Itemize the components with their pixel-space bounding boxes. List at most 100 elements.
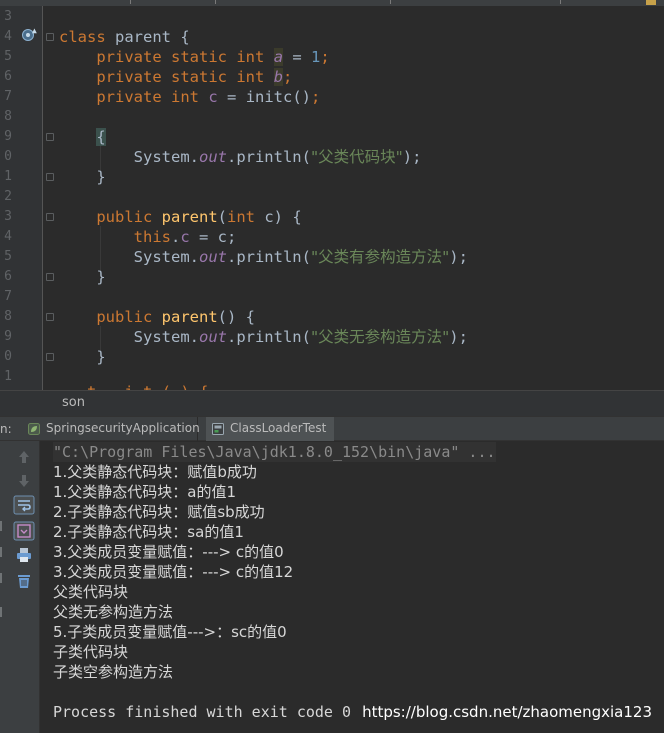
println-call: .println(	[226, 148, 311, 166]
line-number: 0	[4, 149, 12, 164]
close-brace: }	[96, 268, 106, 286]
tab-label: ClassLoaderTest	[230, 421, 327, 435]
string-literal: "父类无参构造方法"	[310, 328, 450, 346]
out-field: out	[198, 148, 227, 166]
tab-divider	[130, 0, 131, 4]
keyword-int: int	[236, 68, 265, 86]
line-number: 9	[4, 329, 12, 344]
fold-marker[interactable]	[46, 213, 54, 221]
field-a: a	[273, 48, 284, 66]
open-brace: {	[96, 128, 106, 146]
keyword-private: private	[96, 88, 162, 106]
code-line: System.out.println("父类代码块");	[59, 147, 422, 167]
keyword-public: public	[96, 308, 153, 326]
close-brace: }	[96, 168, 106, 186]
out-field: out	[198, 248, 227, 266]
console-line: 3.父类成员变量赋值：---> c的值0	[53, 543, 284, 561]
console-output[interactable]: "C:\Program Files\Java\jdk1.8.0_152\bin\…	[40, 441, 664, 733]
console-line: 子类空参构造方法	[53, 663, 174, 681]
edge-marker	[0, 573, 8, 583]
code-line: }	[59, 167, 106, 187]
console-line: 2.子类静态代码块：sa的值1	[53, 523, 244, 541]
fold-marker[interactable]	[46, 33, 54, 41]
line-number: 9	[4, 129, 12, 144]
run-panel-label: n:	[0, 422, 12, 436]
semicolon: ;	[283, 68, 293, 86]
tab-classloader-test[interactable]: ClassLoaderTest	[206, 417, 334, 441]
console-line: 1.父类静态代码块：赋值b成功	[53, 463, 257, 481]
console-line: 父类无参构造方法	[53, 603, 174, 621]
console-line: 5.子类成员变量赋值--->：sc的值0	[53, 623, 287, 641]
keyword-private: private	[96, 68, 162, 86]
line-number: 3	[4, 9, 12, 24]
spring-leaf-icon	[28, 423, 40, 435]
number-literal: 1	[311, 48, 321, 66]
assign-operator: =	[217, 88, 246, 106]
call-close: );	[449, 328, 468, 346]
tab-divider	[390, 0, 391, 4]
console-line: 1.父类静态代码块：a的值1	[53, 483, 237, 501]
out-field: out	[198, 328, 227, 346]
dot: .	[170, 228, 181, 246]
code-line: this.c = c;	[59, 227, 237, 247]
code-line: }	[59, 347, 106, 367]
arrow-down-icon[interactable]	[13, 471, 35, 491]
code-line: }	[59, 267, 106, 287]
class-name: parent	[115, 28, 172, 46]
breadcrumb: son	[0, 390, 664, 416]
breadcrumb-item[interactable]: son	[62, 395, 85, 410]
line-number: 6	[4, 269, 12, 284]
line-number: 8	[4, 109, 12, 124]
println-call: .println(	[226, 328, 311, 346]
run-tab-bar: n: SpringsecurityApplication ClassLoader…	[0, 416, 664, 441]
keyword-int: int	[236, 48, 265, 66]
keyword-static: static	[171, 48, 227, 66]
string-literal: "父类代码块"	[310, 148, 403, 166]
line-number: 7	[4, 89, 12, 104]
trash-icon[interactable]	[13, 571, 35, 591]
fold-marker[interactable]	[46, 273, 54, 281]
soft-wrap-icon[interactable]	[13, 495, 35, 515]
line-number: 7	[4, 289, 12, 304]
console-line: 2.子类静态代码块：赋值sb成功	[53, 503, 265, 521]
line-number: 2	[4, 189, 12, 204]
semicolon: ;	[320, 48, 330, 66]
line-number: 8	[4, 309, 12, 324]
watermark-url: https://blog.csdn.net/zhaomengxia123	[362, 703, 652, 721]
line-number: 1	[4, 369, 12, 384]
param-c: c) {	[255, 208, 302, 226]
empty-params: () {	[217, 308, 255, 326]
fold-marker[interactable]	[46, 313, 54, 321]
line-number: 6	[4, 69, 12, 84]
run-config-icon	[212, 423, 224, 435]
code-editor[interactable]: 3 4 5 6 7 8 9 0 1 2 3 4 5 6 7 8 9 0 1 ▲ …	[0, 6, 664, 390]
system-class: System.	[133, 248, 199, 266]
line-number: 3	[4, 209, 12, 224]
line-number: 4	[4, 229, 12, 244]
method-call: initc()	[245, 88, 312, 106]
fold-marker[interactable]	[46, 353, 54, 361]
line-number: 5	[4, 49, 12, 64]
close-brace: }	[96, 348, 106, 366]
side-edge	[0, 441, 8, 733]
code-line: private int c = initc();	[59, 87, 320, 107]
keyword-int: int	[171, 88, 199, 106]
console-line: 父类代码块	[53, 583, 129, 601]
call-close: );	[449, 248, 468, 266]
fold-marker[interactable]	[46, 173, 54, 181]
line-number-gutter: 3 4 5 6 7 8 9 0 1 2 3 4 5 6 7 8 9 0 1 ▲	[0, 6, 43, 390]
code-line: private static int a = 1;	[59, 47, 330, 67]
console-line: 子类代码块	[53, 643, 129, 661]
system-class: System.	[133, 328, 199, 346]
code-line: System.out.println("父类无参构造方法");	[59, 327, 468, 347]
edge-marker	[0, 547, 8, 557]
print-icon[interactable]	[13, 545, 35, 565]
code-line: private static int b;	[59, 67, 292, 87]
fold-marker[interactable]	[46, 133, 54, 141]
field-c: c	[208, 88, 218, 106]
keyword-int: int	[227, 208, 256, 226]
arrow-up-icon[interactable]	[13, 447, 35, 467]
tab-springsecurity-application[interactable]: SpringsecurityApplication	[22, 417, 200, 441]
run-toolbar	[8, 441, 40, 733]
scroll-to-end-icon[interactable]	[13, 521, 35, 541]
